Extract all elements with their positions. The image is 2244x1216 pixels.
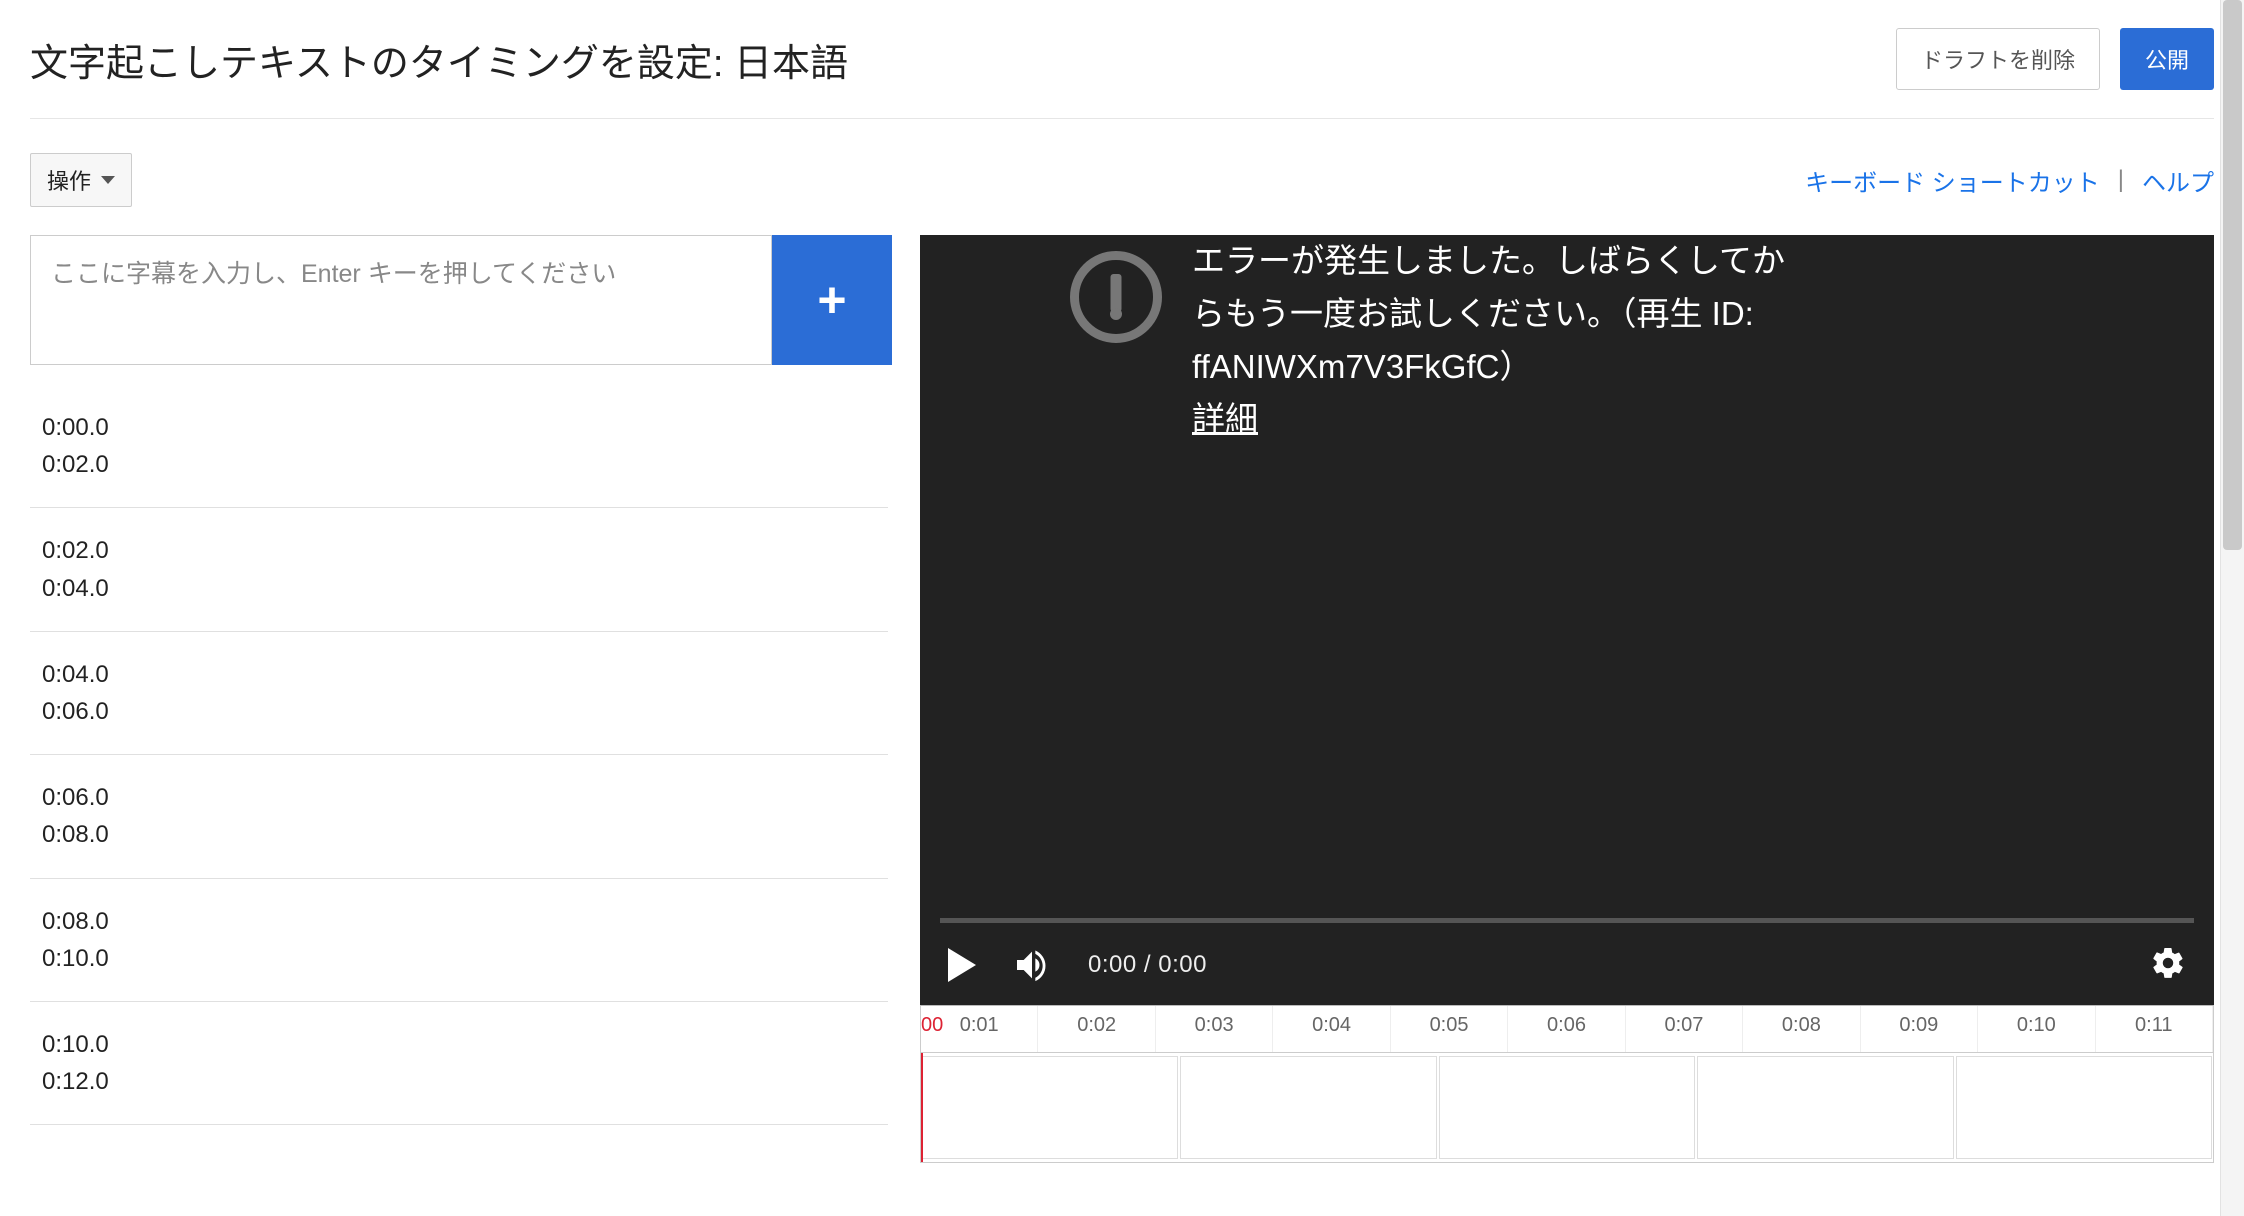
cue-item[interactable]: 0:08.00:10.0 — [30, 879, 888, 1002]
player-controls: 0:00 / 0:00 — [920, 925, 2214, 1005]
scrollbar-thumb[interactable] — [2223, 0, 2242, 550]
plus-icon: + — [817, 271, 846, 329]
timeline-track[interactable] — [920, 1053, 2214, 1163]
window-scrollbar[interactable] — [2220, 0, 2244, 1216]
chevron-down-icon — [101, 176, 115, 184]
player-error-message: エラーが発生しました。しばらくしてか らもう一度お試しください。（再生 ID: … — [1030, 235, 2214, 446]
progress-bar[interactable] — [940, 918, 2194, 923]
settings-icon[interactable] — [2150, 945, 2186, 986]
header-actions: ドラフトを削除 公開 — [1896, 28, 2214, 90]
cue-end-time: 0:10.0 — [42, 940, 876, 977]
error-line: エラーが発生しました。しばらくしてか — [1192, 235, 1785, 288]
actions-dropdown-label: 操作 — [47, 164, 91, 196]
separator: | — [2118, 166, 2124, 194]
cue-start-time: 0:06.0 — [42, 779, 876, 816]
ruler-tick-label: 0:01 — [960, 1014, 999, 1037]
ruler-tick: 0:06 — [1508, 1006, 1625, 1052]
ruler-tick-label: 0:06 — [1547, 1014, 1586, 1037]
cue-item[interactable]: 0:10.00:12.0 — [30, 1002, 888, 1125]
delete-draft-button[interactable]: ドラフトを削除 — [1896, 28, 2100, 90]
ruler-tick-label: 0:07 — [1664, 1014, 1703, 1037]
ruler-tick: 0:02 — [1038, 1006, 1155, 1052]
subtitle-input[interactable] — [30, 235, 772, 365]
header: 文字起こしテキストのタイミングを設定: 日本語 ドラフトを削除 公開 — [30, 28, 2214, 119]
ruler-tick-label: 0:02 — [1077, 1014, 1116, 1037]
timeline-segment[interactable] — [1697, 1056, 1953, 1159]
keyboard-shortcuts-link[interactable]: キーボード ショートカット — [1805, 163, 2100, 198]
help-link[interactable]: ヘルプ — [2142, 163, 2214, 198]
publish-button[interactable]: 公開 — [2120, 28, 2214, 90]
ruler-tick: 0:07 — [1626, 1006, 1743, 1052]
ruler-tick-label: 0:08 — [1782, 1014, 1821, 1037]
cue-end-time: 0:06.0 — [42, 693, 876, 730]
cue-item[interactable]: 0:00.00:02.0 — [30, 385, 888, 508]
cue-item[interactable]: 0:04.00:06.0 — [30, 632, 888, 755]
cue-end-time: 0:12.0 — [42, 1063, 876, 1100]
cue-item[interactable]: 0:06.00:08.0 — [30, 755, 888, 878]
ruler-tick: 0:10 — [1978, 1006, 2095, 1052]
error-line: らもう一度お試しください。（再生 ID: — [1192, 288, 1785, 341]
ruler-tick-label: 0:04 — [1312, 1014, 1351, 1037]
cue-end-time: 0:02.0 — [42, 446, 876, 483]
cue-start-time: 0:02.0 — [42, 532, 876, 569]
ruler-tick: 0:08 — [1743, 1006, 1860, 1052]
ruler-tick-label: 0:11 — [2135, 1014, 2172, 1037]
timeline-segment[interactable] — [922, 1056, 1178, 1159]
ruler-tick: 0:04 — [1273, 1006, 1390, 1052]
ruler-tick: 0:11 — [2096, 1006, 2213, 1052]
error-line: ffANIWXm7V3FkGfC） — [1192, 341, 1785, 394]
subtitle-panel: + 0:00.00:02.00:02.00:04.00:04.00:06.00:… — [30, 235, 892, 1175]
ruler-tick-label: 0:10 — [2017, 1014, 2056, 1037]
help-links: キーボード ショートカット | ヘルプ — [1805, 163, 2214, 198]
volume-icon[interactable] — [1012, 945, 1052, 985]
cue-item[interactable]: 0:02.00:04.0 — [30, 508, 888, 631]
timeline-ruler[interactable]: 00 0:010:020:030:040:050:060:070:080:090… — [920, 1005, 2214, 1053]
ruler-tick-label: 0:03 — [1195, 1014, 1234, 1037]
ruler-tick: 0:03 — [1156, 1006, 1273, 1052]
ruler-tick: 0:09 — [1861, 1006, 1978, 1052]
error-text: エラーが発生しました。しばらくしてか らもう一度お試しください。（再生 ID: … — [1192, 235, 1785, 446]
video-panel: エラーが発生しました。しばらくしてか らもう一度お試しください。（再生 ID: … — [920, 235, 2214, 1175]
page-title: 文字起こしテキストのタイミングを設定: 日本語 — [30, 32, 848, 87]
timeline-segment[interactable] — [1439, 1056, 1695, 1159]
toolbar-row: 操作 キーボード ショートカット | ヘルプ — [30, 119, 2214, 235]
cue-end-time: 0:08.0 — [42, 816, 876, 853]
timeline-segment[interactable] — [1956, 1056, 2212, 1159]
ruler-tick: 0:01 — [921, 1006, 1038, 1052]
cue-start-time: 0:08.0 — [42, 903, 876, 940]
timeline-playhead[interactable] — [921, 1053, 923, 1162]
actions-dropdown[interactable]: 操作 — [30, 153, 132, 207]
cue-start-time: 0:10.0 — [42, 1026, 876, 1063]
ruler-tick: 0:05 — [1391, 1006, 1508, 1052]
timeline-segment[interactable] — [1180, 1056, 1436, 1159]
error-icon — [1070, 251, 1162, 343]
video-player: エラーが発生しました。しばらくしてか らもう一度お試しください。（再生 ID: … — [920, 235, 2214, 1005]
play-icon[interactable] — [948, 948, 976, 982]
cue-end-time: 0:04.0 — [42, 570, 876, 607]
cue-list[interactable]: 0:00.00:02.00:02.00:04.00:04.00:06.00:06… — [30, 385, 892, 1175]
ruler-tick-label: 0:09 — [1899, 1014, 1938, 1037]
ruler-tick-label: 0:05 — [1430, 1014, 1469, 1037]
subtitle-input-row: + — [30, 235, 892, 365]
add-subtitle-button[interactable]: + — [772, 235, 892, 365]
cue-start-time: 0:00.0 — [42, 409, 876, 446]
time-display: 0:00 / 0:00 — [1088, 951, 1207, 979]
error-more-link[interactable]: 詳細 — [1192, 393, 1785, 446]
cue-start-time: 0:04.0 — [42, 656, 876, 693]
